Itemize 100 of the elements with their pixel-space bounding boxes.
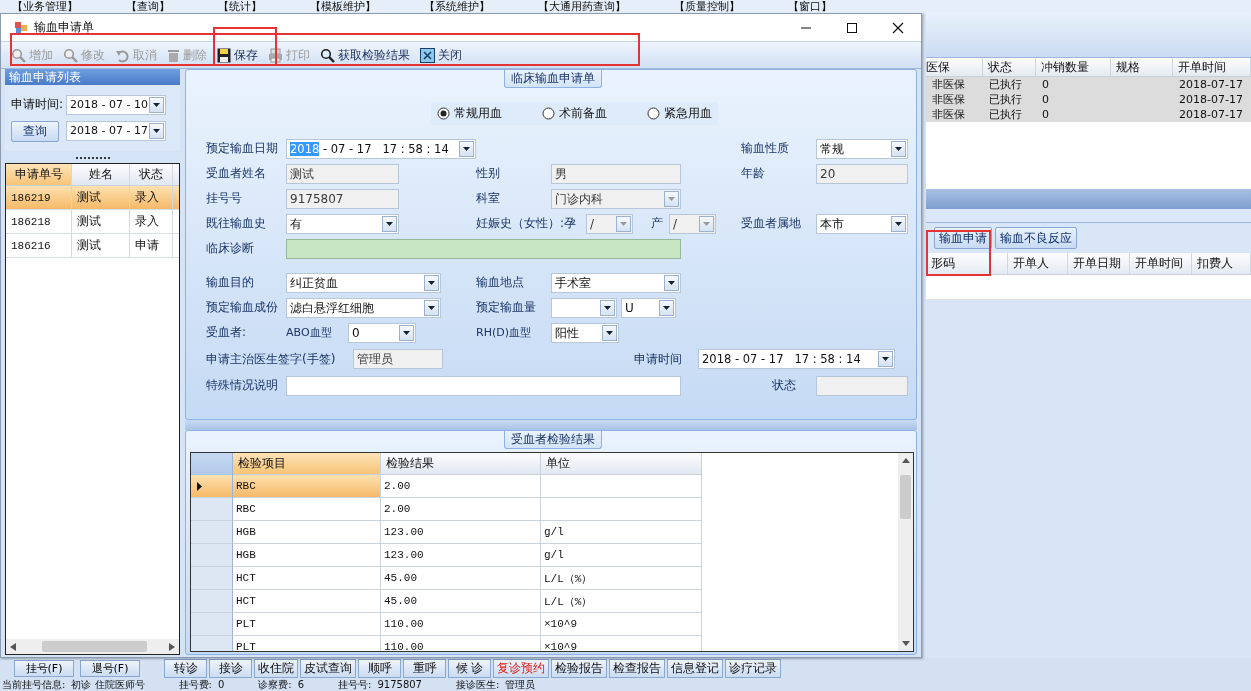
scroll-thumb[interactable] <box>42 641 147 652</box>
table-cell: HCT <box>233 567 381 590</box>
table-row[interactable]: 186218 测试 录入 <box>6 210 179 234</box>
table-cell: 录入 <box>130 186 173 209</box>
date-picker[interactable]: 2018 - 07 - 17 <box>66 121 166 141</box>
register-button[interactable]: 退号(F) <box>80 659 140 677</box>
table-row[interactable]: PLT 110.00 ×10^9 <box>191 613 913 636</box>
text-field[interactable] <box>286 375 681 396</box>
radio-icon <box>647 107 660 120</box>
menu-item[interactable]: 【大通用药查询】 <box>538 0 626 13</box>
table-cell: 2.00 <box>381 498 541 521</box>
date-picker[interactable]: 2018 - 07 - 17 17 : 58 : 14 <box>698 349 895 369</box>
splitter-grip[interactable] <box>185 420 917 430</box>
search-icon <box>63 47 78 63</box>
table-row[interactable]: 186219 测试 录入 <box>6 186 179 210</box>
radio-button[interactable]: 术前备血 <box>542 105 607 122</box>
menu-item[interactable]: 【统计】 <box>218 0 262 13</box>
table-cell: 测试 <box>72 186 130 209</box>
dropdown-field[interactable]: 纠正贫血 <box>286 272 441 293</box>
table-cell-text: 0 <box>1041 107 1050 122</box>
table-cell: ×10^9 <box>541 613 702 636</box>
splitter-bar[interactable] <box>926 189 1251 209</box>
action-button[interactable]: 收住院 <box>254 658 298 678</box>
dropdown-field[interactable]: U <box>621 297 676 318</box>
status-label: 诊察费: <box>258 678 292 691</box>
column-header: 形码 <box>926 253 1008 274</box>
date-picker[interactable]: 2018 - 07 - 17 17 : 58 : 14 <box>286 138 476 159</box>
action-button[interactable]: 诊疗记录 <box>725 658 781 678</box>
printer-icon <box>268 47 283 63</box>
toolbar-button[interactable]: 获取检验结果 <box>318 44 412 66</box>
action-button[interactable]: 检验报告 <box>551 658 607 678</box>
table-cell: 110.00 <box>381 613 541 636</box>
row-pointer-icon <box>197 481 202 491</box>
column-header: 姓名 <box>72 164 130 185</box>
menu-item[interactable]: 【模板维护】 <box>310 0 376 13</box>
radio-button[interactable]: 常规用血 <box>437 105 502 122</box>
tab-button[interactable]: 输血不良反应 <box>995 227 1077 249</box>
table-row[interactable]: HCT 45.00 L/L（%） <box>191 567 913 590</box>
table-cell-text: 0 <box>1041 92 1050 107</box>
dropdown-field[interactable]: 常规 <box>816 138 908 159</box>
left-arrow-icon <box>10 642 16 651</box>
table-row[interactable]: HCT 45.00 L/L（%） <box>191 590 913 613</box>
date-picker[interactable]: 2018 - 07 - 10 <box>66 94 166 115</box>
status-value: 初诊 住院医师号 <box>71 678 145 691</box>
table-cell: L/L（%） <box>541 590 702 613</box>
table-row[interactable]: PLT 110.00 ×10^9 <box>191 636 913 651</box>
menu-item[interactable]: 【窗口】 <box>788 0 832 13</box>
menu-item[interactable]: 【质量控制】 <box>674 0 740 13</box>
query-button[interactable]: 查询 <box>11 120 59 142</box>
dropdown-field[interactable]: 本市 <box>816 213 908 234</box>
table-row[interactable]: 186216 测试 申请 <box>6 234 179 258</box>
table-row[interactable]: HGB 123.00 g/l <box>191 521 913 544</box>
table-cell-text: 0 <box>1041 77 1050 92</box>
field-label: 状态 <box>772 377 797 394</box>
dropdown-field[interactable] <box>551 297 617 318</box>
row-header <box>191 590 233 613</box>
action-button[interactable]: 复诊预约 <box>493 658 549 678</box>
field-label: 预定输血成份 <box>206 299 279 316</box>
action-button[interactable]: 皮试查询 <box>300 658 356 678</box>
vertical-scrollbar[interactable] <box>898 453 913 651</box>
dropdown-field[interactable]: 滤白悬浮红细胞 <box>286 297 441 318</box>
action-button[interactable]: 候 诊 <box>448 658 491 678</box>
table-row[interactable]: RBC 2.00 <box>191 475 913 498</box>
column-header: 规格 <box>1111 58 1173 76</box>
action-button[interactable]: 转诊 <box>164 658 207 678</box>
table-cell: 186216 <box>6 234 72 257</box>
dropdown-field[interactable]: 手术室 <box>551 272 681 293</box>
table-cell: 110.00 <box>381 636 541 651</box>
table-cell: HCT <box>233 590 381 613</box>
horizontal-scrollbar[interactable] <box>6 639 179 654</box>
maximize-icon <box>846 21 858 34</box>
menu-item[interactable]: 【查询】 <box>126 0 170 13</box>
app-icon <box>14 20 28 35</box>
table-row[interactable]: HGB 123.00 g/l <box>191 544 913 567</box>
scroll-thumb[interactable] <box>900 475 911 519</box>
field-label: 输血性质 <box>741 140 790 157</box>
status-value: 0 <box>217 678 225 691</box>
table-row[interactable]: RBC 2.00 <box>191 498 913 521</box>
toolbar-button[interactable]: 保存 <box>215 44 260 66</box>
field-label: 预定输血日期 <box>206 140 279 157</box>
dropdown-field[interactable]: 有 <box>286 213 399 234</box>
dropdown-field[interactable]: 0 <box>348 322 416 343</box>
menu-item[interactable]: 【业务管理】 <box>12 0 78 13</box>
action-button[interactable]: 检查报告 <box>609 658 665 678</box>
action-button[interactable]: 信息登记 <box>667 658 723 678</box>
action-button[interactable]: 接诊 <box>209 658 252 678</box>
radio-button[interactable]: 紧急用血 <box>647 105 712 122</box>
radio-icon <box>542 107 555 120</box>
toolbar-button[interactable]: 关闭 <box>418 44 464 66</box>
menu-item[interactable]: 【系统维护】 <box>424 0 490 13</box>
close-box-icon <box>420 47 435 63</box>
table-cell: 45.00 <box>381 590 541 613</box>
table-cell: 186218 <box>6 210 72 233</box>
dropdown-field[interactable]: 阳性 <box>551 322 619 343</box>
action-button[interactable]: 顺呼 <box>358 658 401 678</box>
row-header <box>191 544 233 567</box>
action-button[interactable]: 重呼 <box>403 658 446 678</box>
text-field[interactable] <box>286 238 681 259</box>
table-cell: 2.00 <box>381 475 541 498</box>
register-button[interactable]: 挂号(F) <box>14 659 74 677</box>
